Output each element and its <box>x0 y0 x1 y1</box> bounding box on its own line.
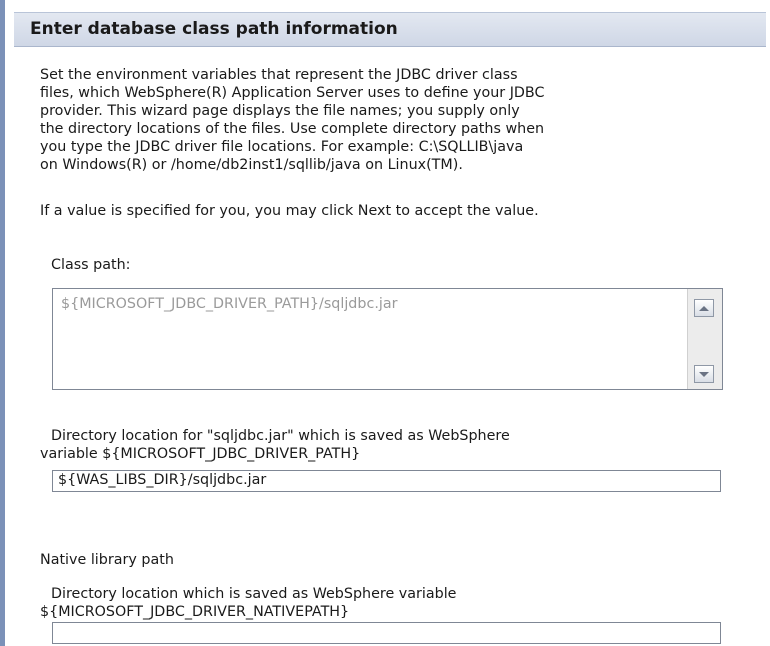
directory-location-input[interactable]: ${WAS_LIBS_DIR}/sqljdbc.jar <box>52 470 721 492</box>
native-directory-location-label: Directory location which is saved as Web… <box>51 586 457 602</box>
class-path-scrollbar[interactable] <box>687 289 722 389</box>
class-path-textarea[interactable]: ${MICROSOFT_JDBC_DRIVER_PATH}/sqljdbc.ja… <box>52 288 723 390</box>
native-library-path-heading: Native library path <box>40 552 174 568</box>
accept-value-hint: If a value is specified for you, you may… <box>40 203 539 219</box>
scroll-up-button[interactable] <box>694 299 714 317</box>
arrow-down-icon <box>699 371 709 377</box>
native-directory-location-input[interactable] <box>52 622 721 644</box>
left-border-rule <box>0 0 5 646</box>
directory-location-label-variable: variable ${MICROSOFT_JDBC_DRIVER_PATH} <box>40 446 361 462</box>
class-path-value: ${MICROSOFT_JDBC_DRIVER_PATH}/sqljdbc.ja… <box>61 296 398 312</box>
class-path-label: Class path: <box>51 257 131 273</box>
arrow-up-icon <box>699 305 709 311</box>
page-title: Enter database class path information <box>30 19 398 39</box>
scroll-down-button[interactable] <box>694 365 714 383</box>
directory-location-label: Directory location for "sqljdbc.jar" whi… <box>51 428 510 444</box>
native-directory-location-label-variable: ${MICROSOFT_JDBC_DRIVER_NATIVEPATH} <box>40 604 350 620</box>
section-header: Enter database class path information <box>14 12 766 47</box>
intro-description: Set the environment variables that repre… <box>40 67 545 173</box>
